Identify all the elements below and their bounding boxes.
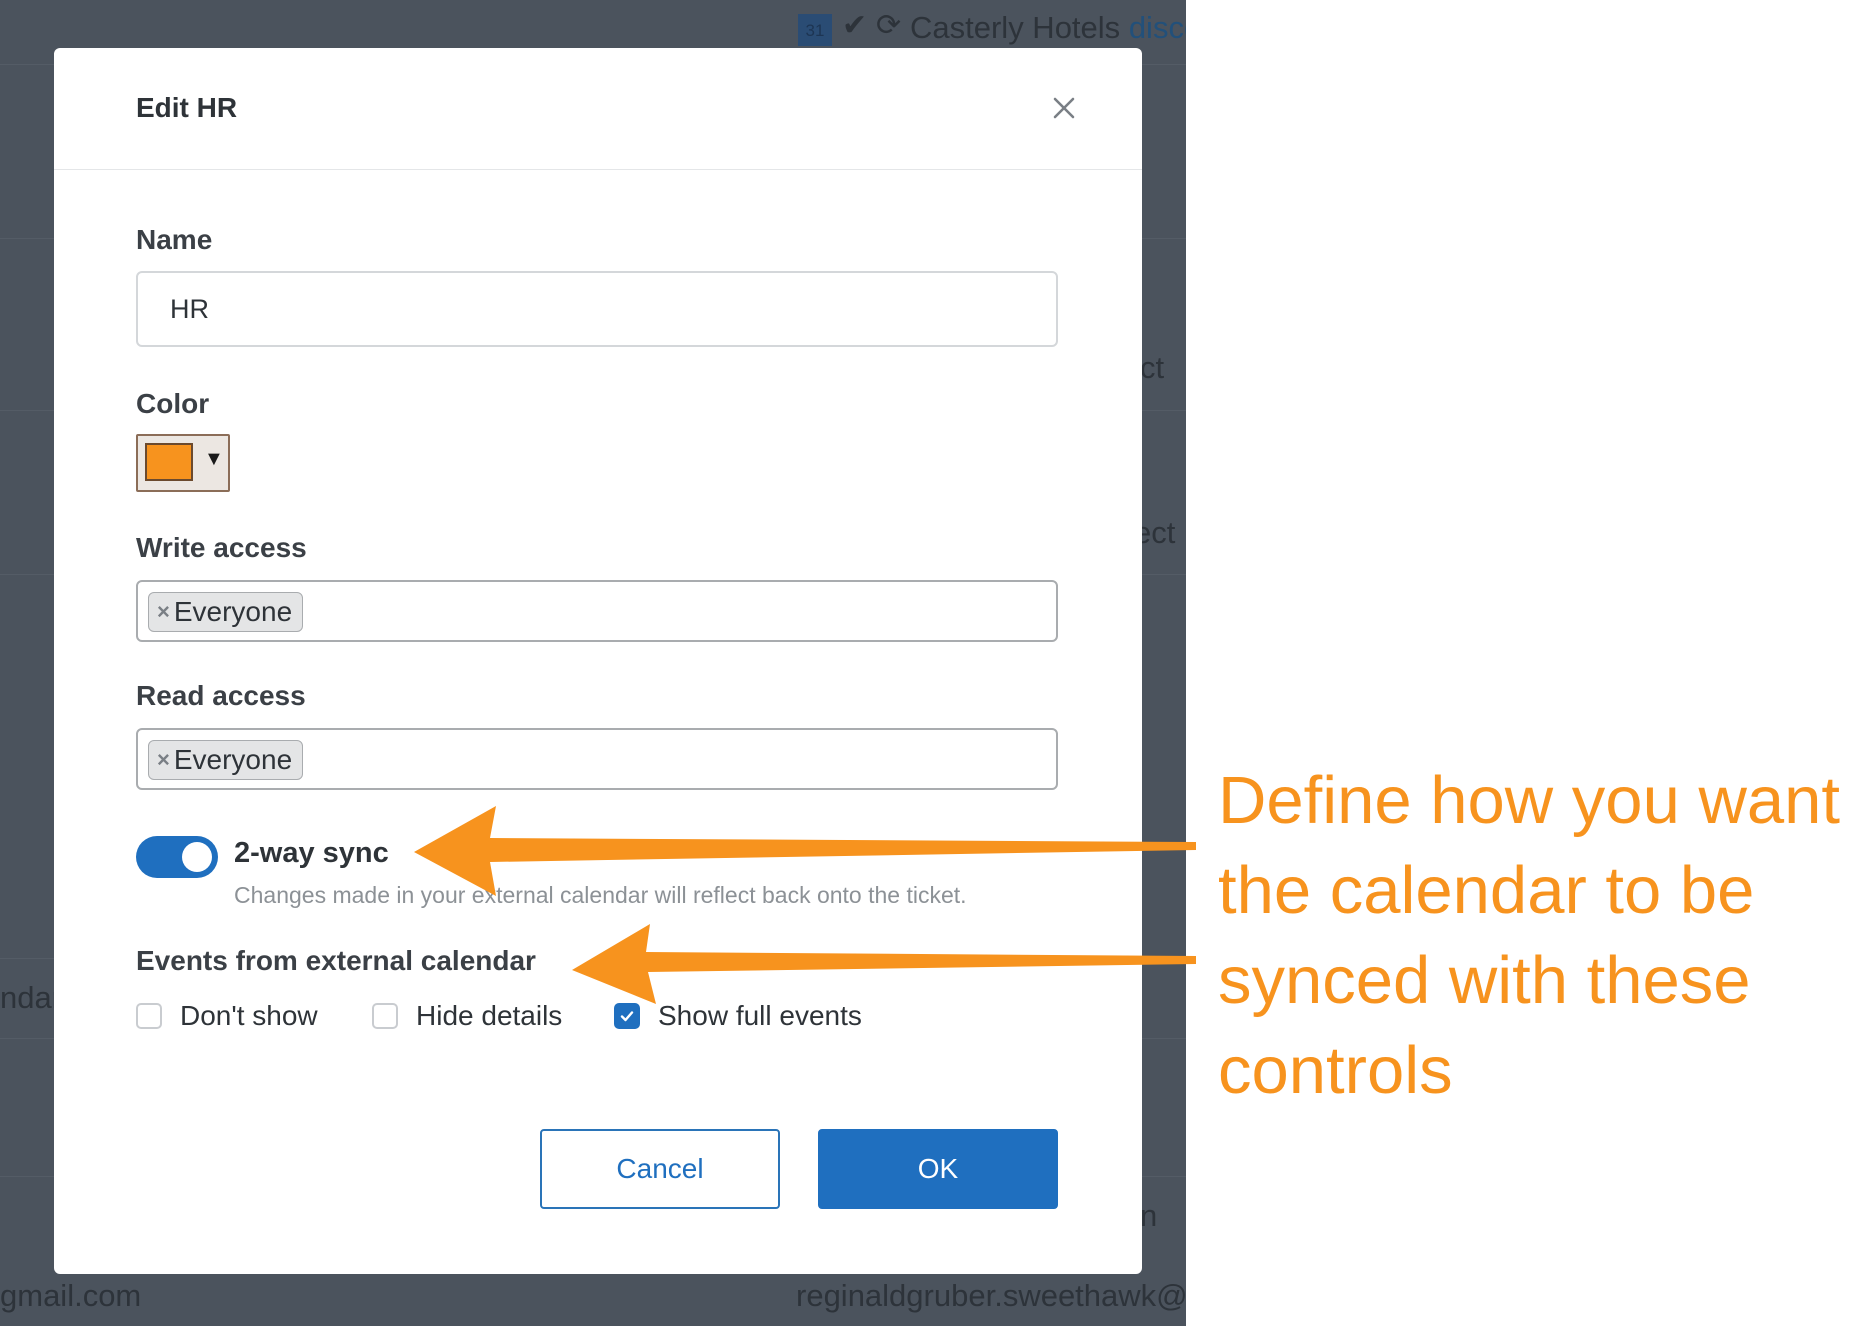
- events-section-label: Events from external calendar: [136, 945, 536, 976]
- option-label: Don't show: [180, 1000, 318, 1031]
- color-label: Color: [136, 388, 210, 419]
- checkmark-icon: [620, 1011, 634, 1022]
- option-show-full-events[interactable]: Show full events: [614, 996, 862, 1036]
- color-swatch: [145, 443, 193, 481]
- check-icon: ✔: [842, 9, 868, 42]
- checkbox[interactable]: [372, 1003, 398, 1029]
- toggle-knob: [182, 842, 212, 872]
- edit-calendar-modal: Edit HR Name Color ▼ Write access × Ever…: [54, 48, 1142, 1274]
- remove-tag-icon[interactable]: ×: [157, 599, 170, 625]
- sync-icon: ⟳: [876, 9, 902, 42]
- caret-down-icon: ▼: [204, 448, 224, 470]
- color-picker[interactable]: ▼: [136, 434, 230, 492]
- close-icon: [1053, 97, 1075, 119]
- bg-calendar-name: Casterly Hotels: [910, 10, 1121, 45]
- bg-fragment: ndar: [0, 980, 63, 1015]
- access-tag: × Everyone: [148, 592, 304, 632]
- access-tag: × Everyone: [148, 740, 304, 780]
- bg-fragment: ct: [1140, 350, 1165, 385]
- bg-email-left: gmail.com: [0, 1278, 142, 1313]
- ok-button[interactable]: OK: [818, 1129, 1058, 1209]
- tag-label: Everyone: [173, 596, 293, 627]
- two-way-sync-toggle[interactable]: [136, 836, 218, 878]
- bg-disconnect-link: disco: [1128, 10, 1186, 45]
- calendar-icon: 31: [798, 14, 832, 46]
- bg-fragment: n: [1140, 1198, 1158, 1233]
- write-access-input[interactable]: × Everyone: [136, 580, 1058, 642]
- read-access-label: Read access: [136, 680, 306, 711]
- name-input[interactable]: [136, 271, 1058, 347]
- checkbox[interactable]: [614, 1003, 640, 1029]
- option-dont-show[interactable]: Don't show: [136, 996, 318, 1036]
- modal-header: Edit HR: [54, 48, 1142, 170]
- option-label: Show full events: [658, 1000, 862, 1031]
- option-hide-details[interactable]: Hide details: [372, 996, 562, 1036]
- two-way-sync-label: 2-way sync: [234, 837, 389, 869]
- option-label: Hide details: [416, 1000, 563, 1031]
- name-label: Name: [136, 224, 213, 255]
- read-access-input[interactable]: × Everyone: [136, 728, 1058, 790]
- two-way-sync-helper: Changes made in your external calendar w…: [234, 882, 967, 908]
- tag-label: Everyone: [173, 744, 293, 775]
- remove-tag-icon[interactable]: ×: [157, 747, 170, 773]
- annotation-text: Define how you want the calendar to be s…: [1218, 763, 1840, 1108]
- bg-calendar-title: Casterly Hotels disco: [910, 10, 1186, 46]
- cancel-button[interactable]: Cancel: [540, 1129, 780, 1209]
- modal-title: Edit HR: [136, 92, 238, 123]
- checkbox[interactable]: [136, 1003, 162, 1029]
- write-access-label: Write access: [136, 532, 307, 563]
- bg-email-right: reginaldgruber.sweethawk@gr: [796, 1278, 1186, 1313]
- close-button[interactable]: [1044, 88, 1084, 128]
